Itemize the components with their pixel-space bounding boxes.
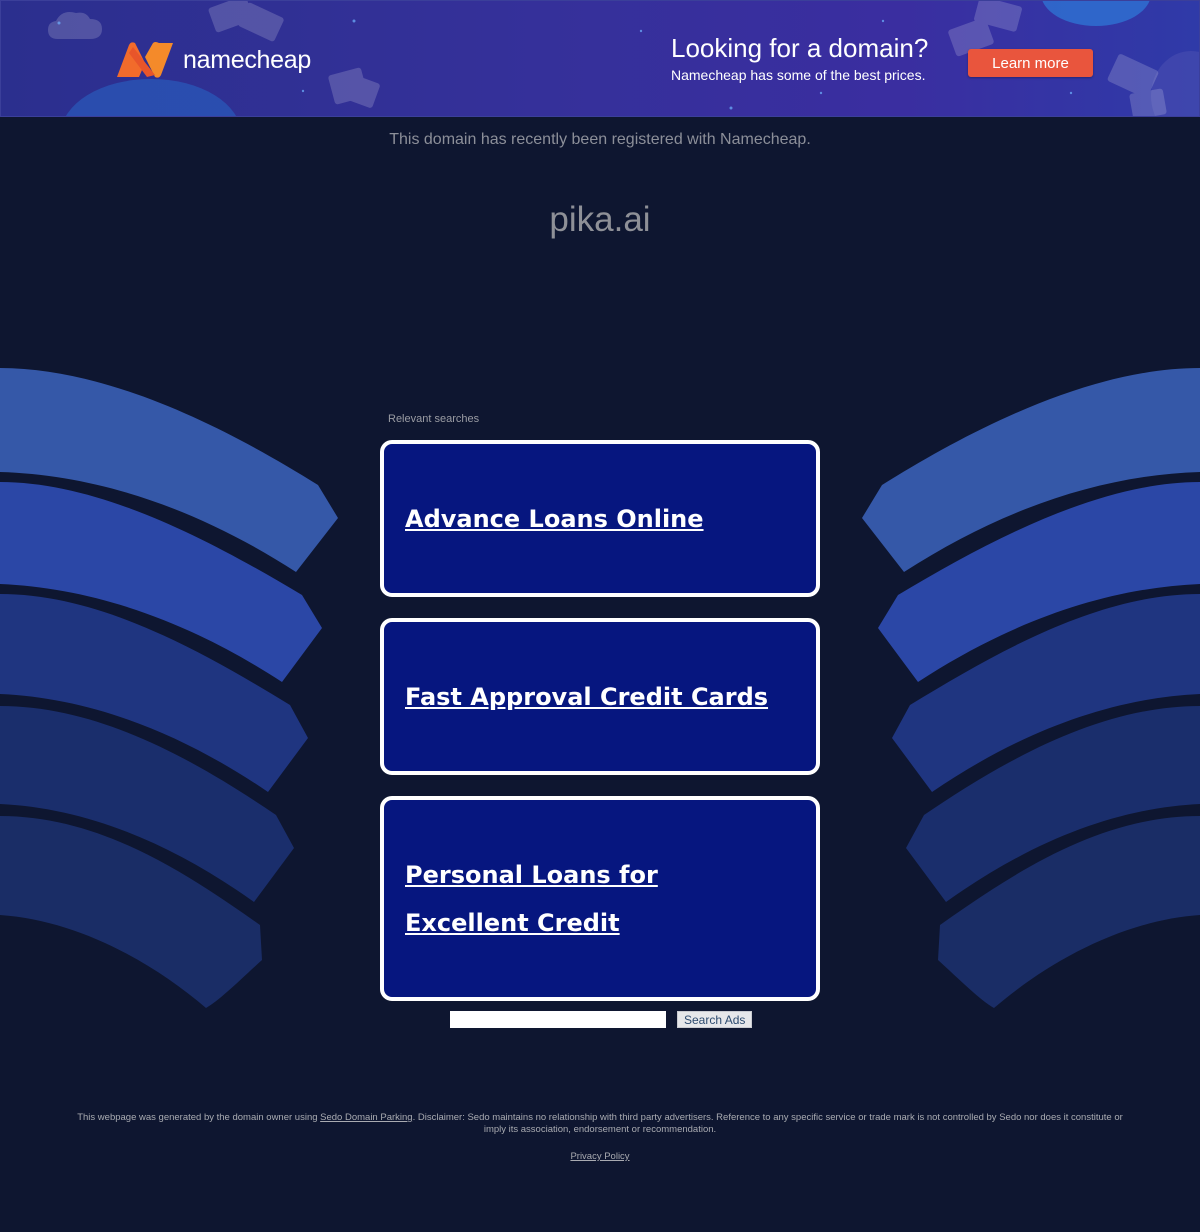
search-result-card[interactable]: Fast Approval Credit Cards <box>380 618 820 775</box>
namecheap-logo[interactable]: namecheap <box>115 41 311 79</box>
privacy-policy-link[interactable]: Privacy Policy <box>570 1151 629 1162</box>
sedo-parking-link[interactable]: Sedo Domain Parking <box>320 1112 412 1123</box>
privacy-row: Privacy Policy <box>0 1151 1200 1162</box>
footer-text-before: This webpage was generated by the domain… <box>77 1112 321 1123</box>
search-result-card[interactable]: Advance Loans Online <box>380 440 820 597</box>
search-input[interactable] <box>450 1011 666 1028</box>
namecheap-banner[interactable]: namecheap Looking for a domain? Namechea… <box>0 0 1200 117</box>
footer-text-after: . Disclaimer: Sedo maintains no relation… <box>412 1112 1123 1135</box>
promo-title: Looking for a domain? <box>671 33 929 63</box>
search-result-card[interactable]: Personal Loans for Excellent Credit <box>380 796 820 1001</box>
registered-notice: This domain has recently been registered… <box>389 131 811 148</box>
learn-more-button[interactable]: Learn more <box>968 49 1093 77</box>
promo-text: Looking for a domain? Namecheap has some… <box>671 32 928 85</box>
domain-name: pika.ai <box>549 200 651 239</box>
footer-disclaimer: This webpage was generated by the domain… <box>70 1112 1130 1136</box>
search-result-link[interactable]: Personal Loans for Excellent Credit <box>405 851 785 947</box>
search-ads-button[interactable]: Search Ads <box>677 1011 753 1028</box>
promo-subtitle: Namecheap has some of the best prices. <box>671 67 926 83</box>
search-result-link[interactable]: Advance Loans Online <box>405 495 704 543</box>
relevant-searches-label: Relevant searches <box>388 413 480 425</box>
search-form: Search Ads <box>450 1011 753 1028</box>
namecheap-logo-icon <box>117 42 173 78</box>
namecheap-wordmark: namecheap <box>183 45 311 74</box>
search-result-link[interactable]: Fast Approval Credit Cards <box>405 673 768 721</box>
